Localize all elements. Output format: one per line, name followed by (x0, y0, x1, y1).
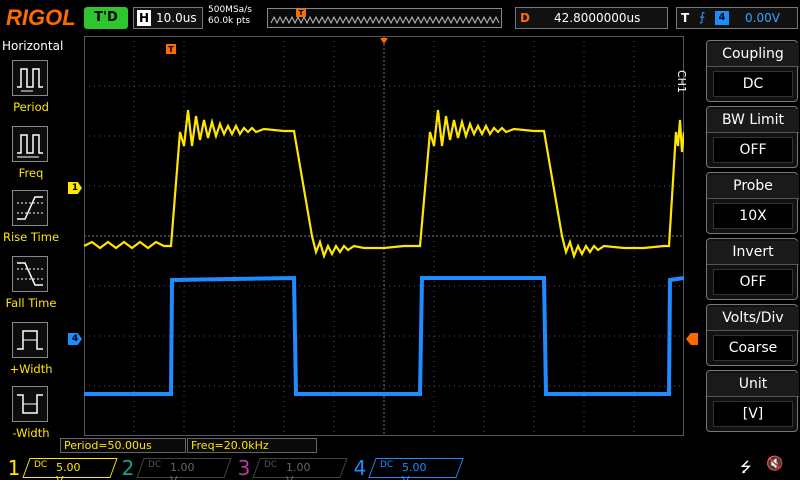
coupling-title: Coupling (707, 43, 799, 67)
trigger-level: 0.00V (745, 11, 780, 25)
trigger-label: T (681, 11, 690, 25)
unit-menu[interactable]: Unit [V] (706, 370, 799, 432)
measure-period-label: Period (13, 100, 49, 114)
ch2-scale: 1.00 V (170, 461, 195, 480)
measure-positive-width-button[interactable]: +Width (0, 318, 62, 382)
probe-title: Probe (707, 175, 799, 199)
delay-value: 42.8000000us (554, 11, 641, 25)
sample-rate: 500MSa/s (208, 5, 252, 15)
frequency-icon (12, 126, 48, 162)
graticule-center-axes (84, 36, 684, 436)
timebase-display[interactable]: H 10.0us (133, 7, 203, 29)
volts-div-value: Coarse (713, 335, 793, 361)
ch4-coupling: DC (380, 460, 394, 470)
measure-rise-time-button[interactable]: Rise Time (0, 186, 62, 250)
ch3-number: 3 (237, 456, 251, 480)
measure-fall-time-label: Fall Time (5, 296, 57, 310)
period-measurement[interactable]: Period=50.00us (60, 438, 186, 453)
memory-position-bar[interactable]: T (267, 8, 502, 28)
delay-display[interactable]: D 42.8000000us (515, 7, 668, 29)
trigger-source-badge: 4 (715, 11, 729, 25)
memory-depth: 60.0k pts (208, 16, 251, 26)
volts-div-title: Volts/Div (707, 307, 799, 331)
measure-freq-button[interactable]: Freq (0, 122, 62, 186)
fall-time-icon (12, 256, 48, 292)
volts-div-menu[interactable]: Volts/Div Coarse (706, 304, 799, 366)
bw-limit-title: BW Limit (707, 109, 799, 133)
invert-title: Invert (707, 241, 799, 265)
ch2-coupling: DC (148, 460, 162, 470)
menu-channel-label: CH1 (675, 70, 688, 93)
delay-label: D (520, 11, 530, 25)
measurement-results-bar: Period=50.00us Freq=20.0kHz (0, 438, 800, 454)
measure-fall-time-button[interactable]: Fall Time (0, 252, 62, 316)
timebase-label: H (137, 10, 151, 26)
ch2-number: 2 (121, 456, 135, 480)
ch4-offset-marker[interactable]: 4 (68, 333, 82, 345)
unit-value: [V] (713, 401, 793, 427)
horizontal-center-marker (380, 38, 388, 44)
ch3-scale: 1.00 V (286, 461, 311, 480)
ch4-number: 4 (353, 456, 367, 480)
measure-positive-width-label: +Width (9, 362, 53, 376)
ch1-waveform (84, 109, 684, 260)
top-status-bar: RIGOL T'D H 10.0us 500MSa/s 60.0k pts T … (0, 0, 800, 36)
channel-status-bar: 1 DC 5.00 V 2 DC 1.00 V 3 DC 1.00 V 4 DC… (0, 454, 800, 480)
panel-title: Horizontal (2, 39, 64, 53)
ch3-coupling: DC (264, 460, 278, 470)
channel-menu-panel: Coupling DC BW Limit OFF Probe 10X Inver… (700, 36, 800, 438)
rising-edge-icon: ⨍ (699, 10, 706, 24)
ch1-coupling: DC (34, 460, 48, 470)
trigger-display[interactable]: T ⨍ 4 0.00V (676, 7, 798, 29)
measure-negative-width-button[interactable]: -Width (0, 382, 62, 446)
invert-menu[interactable]: Invert OFF (706, 238, 799, 300)
memory-trigger-marker: T (296, 9, 306, 17)
probe-value: 10X (713, 203, 793, 229)
rise-time-icon (12, 190, 48, 226)
trigger-level-marker[interactable] (686, 333, 698, 345)
brand-logo: RIGOL (6, 5, 76, 30)
freq-measurement[interactable]: Freq=20.0kHz (187, 438, 317, 453)
run-status-badge[interactable]: T'D (84, 7, 128, 29)
ch1-number: 1 (7, 456, 21, 480)
usb-icon: ⭍ (740, 460, 752, 476)
period-icon (12, 60, 48, 96)
timebase-value: 10.0us (156, 11, 197, 25)
ch4-scale: 5.00 V (402, 461, 427, 480)
positive-width-icon (12, 322, 48, 358)
bw-limit-menu[interactable]: BW Limit OFF (706, 106, 799, 168)
bw-limit-value: OFF (713, 137, 793, 163)
unit-title: Unit (707, 373, 799, 397)
measure-freq-label: Freq (18, 166, 44, 180)
svg-text:T: T (168, 45, 174, 54)
sample-info: 500MSa/s 60.0k pts (208, 5, 252, 27)
ch1-scale: 5.00 V (56, 461, 81, 480)
speaker-muted-icon[interactable]: 🔇 (766, 456, 783, 472)
waveform-display[interactable]: T (84, 36, 684, 438)
trigger-position-marker[interactable]: T (166, 44, 176, 54)
measure-period-button[interactable]: Period (0, 56, 62, 120)
coupling-value: DC (713, 71, 793, 97)
ch1-offset-marker[interactable]: 1 (68, 182, 82, 194)
invert-value: OFF (713, 269, 793, 295)
measure-rise-time-label: Rise Time (2, 230, 60, 244)
negative-width-icon (12, 386, 48, 422)
horizontal-measure-panel: Horizontal Period Freq Rise Time Fall Ti… (0, 36, 64, 440)
coupling-menu[interactable]: Coupling DC (706, 40, 799, 102)
probe-menu[interactable]: Probe 10X (706, 172, 799, 234)
